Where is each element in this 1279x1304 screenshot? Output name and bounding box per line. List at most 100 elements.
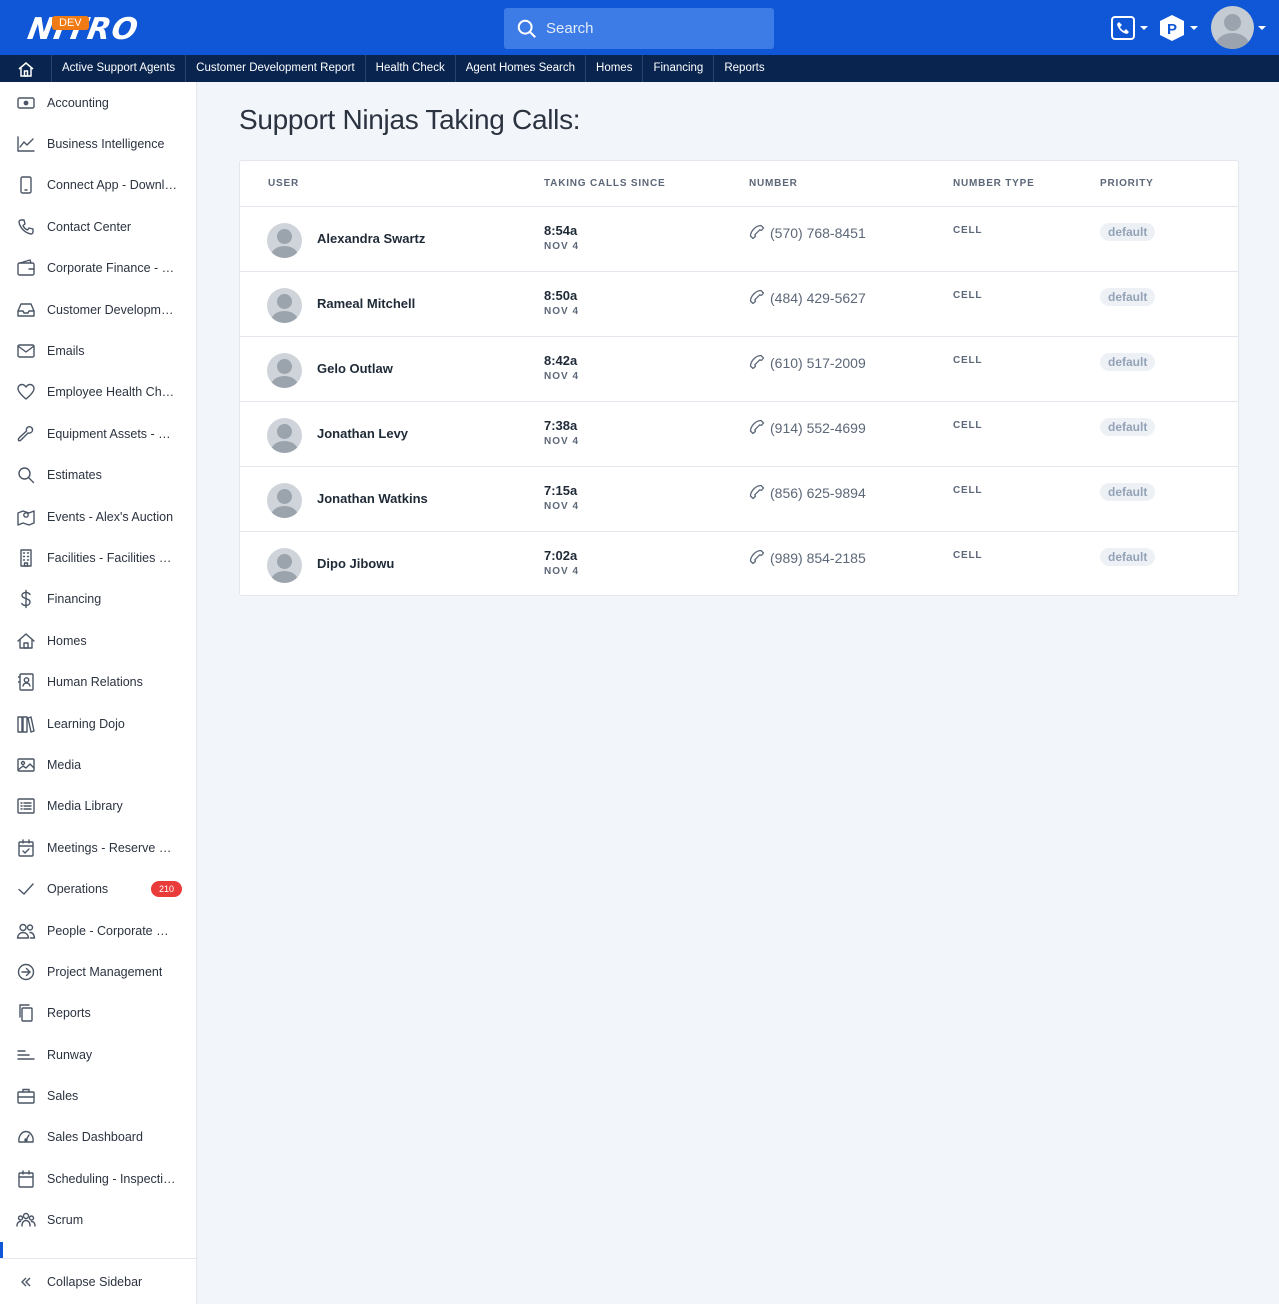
nitro-logo[interactable]: NITRO DEV <box>25 10 152 47</box>
sidebar-item-people-corporate-directory[interactable]: People - Corporate Directory <box>0 910 196 951</box>
nav-reports[interactable]: Reports <box>714 55 774 82</box>
sidebar-item-label: Human Relations <box>47 675 143 690</box>
user-avatar-menu[interactable] <box>1211 6 1254 49</box>
avatar[interactable] <box>267 223 302 258</box>
user-name[interactable]: Jonathan Levy <box>317 426 408 441</box>
user-name[interactable]: Rameal Mitchell <box>317 296 415 311</box>
inbox-icon <box>16 300 36 320</box>
sidebar-item-scheduling-inspections[interactable]: Scheduling - Inspections <box>0 1158 196 1199</box>
sidebar-item-financing[interactable]: Financing <box>0 579 196 620</box>
sidebar-item-label: Scheduling - Inspections <box>47 1171 177 1186</box>
phone-square-icon <box>1111 16 1135 40</box>
number-type: CELL <box>953 420 983 431</box>
phone-number-link[interactable]: (610) 517-2009 <box>770 355 866 371</box>
sidebar-item-learning-dojo[interactable]: Learning Dojo <box>0 703 196 744</box>
table-row: Dipo Jibowu 7:02a NOV 4 (989) 854-2185 CELL d… <box>240 532 1238 597</box>
nav-health-check[interactable]: Health Check <box>366 55 456 82</box>
books-icon <box>16 714 36 734</box>
contact-book-icon <box>16 672 36 692</box>
avatar[interactable] <box>267 353 302 388</box>
phone-number-link[interactable]: (570) 768-8451 <box>770 225 866 241</box>
user-name[interactable]: Alexandra Swartz <box>317 231 425 246</box>
since-time: 8:54a <box>544 223 578 238</box>
parking-icon: P <box>1160 15 1184 41</box>
sidebar-item-label: Homes <box>47 633 87 648</box>
double-chevron-left-icon <box>16 1272 36 1292</box>
sidebar-item-label: Scrum <box>47 1213 84 1228</box>
search-input[interactable] <box>546 8 766 49</box>
table-row: Jonathan Watkins 7:15a NOV 4 (856) 625-9894… <box>240 467 1238 532</box>
mobile-icon <box>16 175 36 195</box>
avatar[interactable] <box>267 483 302 518</box>
sidebar-item-label: Meetings - Reserve a Room <box>47 840 177 855</box>
search-box[interactable] <box>504 8 774 49</box>
sidebar-item-customer-development[interactable]: Customer Development <box>0 289 196 330</box>
sidebar-item-equipment-assets-devices[interactable]: Equipment Assets - Devices <box>0 413 196 454</box>
user-name[interactable]: Jonathan Watkins <box>317 491 428 506</box>
sidebar-item-label: Runway <box>47 1047 93 1062</box>
user-name[interactable]: Dipo Jibowu <box>317 556 394 571</box>
chart-icon <box>16 134 36 154</box>
sidebar-item-reports[interactable]: Reports <box>0 993 196 1034</box>
nav-financing[interactable]: Financing <box>643 55 715 82</box>
since-date: NOV 4 <box>544 241 580 252</box>
sidebar-item-scrum[interactable]: Scrum <box>0 1200 196 1241</box>
sidebar-item-label: Events - Alex's Auction <box>47 509 174 524</box>
sidebar-item-connect-app-downloads[interactable]: Connect App - Downloads <box>0 165 196 206</box>
phone-number-link[interactable]: (484) 429-5627 <box>770 290 866 306</box>
column-header-since: TAKING CALLS SINCE <box>544 178 666 189</box>
table-row: Rameal Mitchell 8:50a NOV 4 (484) 429-5627 C… <box>240 272 1238 337</box>
phone-number-link[interactable]: (856) 625-9894 <box>770 485 866 501</box>
sidebar-item-corporate-finance-cash[interactable]: Corporate Finance - Cash <box>0 248 196 289</box>
priority-badge: default <box>1100 548 1156 566</box>
home-icon <box>16 631 36 651</box>
sidebar-item-sales[interactable]: Sales <box>0 1075 196 1116</box>
env-badge: DEV <box>52 16 89 30</box>
parking-menu[interactable]: P <box>1158 12 1198 44</box>
phone-number-link[interactable]: (914) 552-4699 <box>770 420 866 436</box>
runway-icon <box>16 1045 36 1065</box>
sidebar-item-meetings-reserve-a-room[interactable]: Meetings - Reserve a Room <box>0 827 196 868</box>
copy-icon <box>16 1003 36 1023</box>
nav-agent-homes-search[interactable]: Agent Homes Search <box>456 55 587 82</box>
collapse-sidebar-label: Collapse Sidebar <box>47 1274 143 1289</box>
sidebar-item-homes[interactable]: Homes <box>0 620 196 661</box>
nav-customer-development-report[interactable]: Customer Development Report <box>186 55 366 82</box>
sidebar-item-runway[interactable]: Runway <box>0 1034 196 1075</box>
top-bar: NITRO DEV P <box>0 0 1279 55</box>
sidebar-item-sales-dashboard[interactable]: Sales Dashboard <box>0 1117 196 1158</box>
sidebar-item-estimates[interactable]: Estimates <box>0 455 196 496</box>
search-icon <box>16 465 36 485</box>
avatar[interactable] <box>267 548 302 583</box>
sidebar-item-human-relations[interactable]: Human Relations <box>0 661 196 702</box>
dollar-icon <box>16 589 36 609</box>
sidebar-item-facilities-facilities-services[interactable]: Facilities - Facilities Services <box>0 537 196 578</box>
table-row: Gelo Outlaw 8:42a NOV 4 (610) 517-2009 CELL d… <box>240 337 1238 402</box>
nav-active-support-agents[interactable]: Active Support Agents <box>52 55 187 82</box>
sidebar-item-media[interactable]: Media <box>0 744 196 785</box>
number-type: CELL <box>953 290 983 301</box>
sidebar-item-label: Media Library <box>47 799 123 814</box>
sidebar-item-label: Media <box>47 757 82 772</box>
avatar[interactable] <box>267 418 302 453</box>
sidebar-item-project-management[interactable]: Project Management <box>0 951 196 992</box>
phone-status-menu[interactable] <box>1110 12 1148 44</box>
avatar[interactable] <box>267 288 302 323</box>
building-icon <box>16 548 36 568</box>
user-name[interactable]: Gelo Outlaw <box>317 361 393 376</box>
sidebar-item-operations[interactable]: Operations 210 <box>0 868 196 909</box>
sidebar-item-employee-health-check[interactable]: Employee Health Check <box>0 372 196 413</box>
sidebar-item-emails[interactable]: Emails <box>0 330 196 371</box>
sidebar-item-media-library[interactable]: Media Library <box>0 786 196 827</box>
sidebar-item-label: Financing <box>47 592 102 607</box>
since-time: 8:50a <box>544 288 578 303</box>
nav-homes[interactable]: Homes <box>586 55 644 82</box>
home-nav-button[interactable] <box>0 55 52 82</box>
sidebar-item-accounting[interactable]: Accounting <box>0 82 196 123</box>
sidebar-item-business-intelligence[interactable]: Business Intelligence <box>0 123 196 164</box>
collapse-sidebar-button[interactable]: Collapse Sidebar <box>0 1258 196 1304</box>
phone-number-link[interactable]: (989) 854-2185 <box>770 550 866 566</box>
sidebar-item-events-alex-s-auction[interactable]: Events - Alex's Auction <box>0 496 196 537</box>
sidebar-item-contact-center[interactable]: Contact Center <box>0 206 196 247</box>
map-icon <box>16 507 36 527</box>
